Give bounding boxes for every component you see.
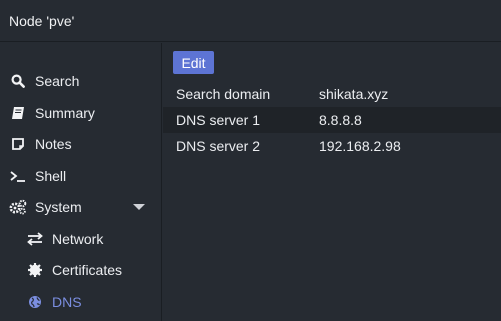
sidebar-item-label: Certificates (52, 262, 123, 278)
row-value: 8.8.8.8 (319, 112, 362, 128)
sidebar: Search Summary Notes Shell System Networ… (0, 43, 162, 321)
chevron-down-icon[interactable] (133, 204, 145, 210)
sidebar-item-label: DNS (52, 294, 82, 310)
search-icon (9, 72, 27, 90)
sidebar-item-network[interactable]: Network (0, 224, 161, 254)
book-icon (9, 104, 27, 122)
sidebar-item-search[interactable]: Search (0, 66, 161, 96)
gears-icon (9, 198, 27, 216)
row-value: shikata.xyz (319, 86, 389, 102)
note-icon (9, 135, 27, 153)
dns-panel: Edit Search domain shikata.xyz DNS serve… (163, 43, 501, 321)
row-value: 192.168.2.98 (319, 138, 401, 154)
edit-button[interactable]: Edit (173, 51, 214, 74)
certificate-icon (26, 261, 44, 279)
sidebar-item-label: System (35, 199, 82, 215)
sidebar-item-shell[interactable]: Shell (0, 161, 161, 191)
sidebar-item-notes[interactable]: Notes (0, 129, 161, 159)
sidebar-item-dns[interactable]: DNS (0, 287, 161, 317)
sidebar-item-label: Search (35, 73, 80, 89)
sidebar-item-label: Network (52, 231, 104, 247)
table-row[interactable]: DNS server 1 8.8.8.8 (163, 107, 501, 133)
sidebar-item-label: Shell (35, 168, 67, 184)
panel-header: Node 'pve' (0, 0, 501, 42)
sidebar-item-label: Summary (35, 105, 95, 121)
terminal-icon (9, 167, 27, 185)
globe-icon (26, 293, 44, 311)
row-key: DNS server 2 (176, 138, 261, 154)
exchange-icon (26, 230, 44, 248)
row-key: DNS server 1 (176, 112, 261, 128)
sidebar-item-label: Notes (35, 136, 72, 152)
panel-title: Node 'pve' (9, 12, 75, 29)
row-key: Search domain (176, 86, 271, 102)
sidebar-item-certificates[interactable]: Certificates (0, 255, 161, 285)
sidebar-item-summary[interactable]: Summary (0, 98, 161, 128)
table-row[interactable]: Search domain shikata.xyz (163, 81, 501, 107)
table-row[interactable]: DNS server 2 192.168.2.98 (163, 133, 501, 159)
sidebar-item-system[interactable]: System (0, 192, 161, 222)
